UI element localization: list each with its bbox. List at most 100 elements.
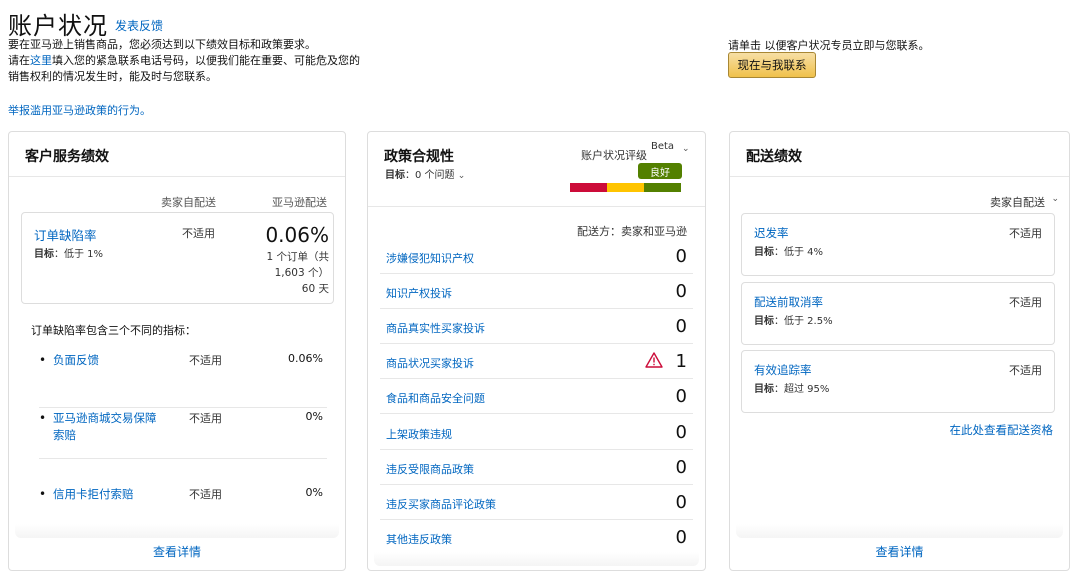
target-label: 目标 <box>754 247 774 258</box>
metric-link[interactable]: 有效追踪率 <box>754 362 812 378</box>
target-value: ：低于 2.5% <box>774 316 833 327</box>
fulfillment-filter[interactable]: 卖家自配送 <box>990 194 1045 210</box>
panel-title: 配送绩效 <box>746 149 802 165</box>
policy-row: 其他违反政策 0 <box>380 520 693 555</box>
shipping-performance-panel: 配送绩效 卖家自配送 ⌄ 迟发率 目标：低于 4% 不适用 配送前取消率 目标：… <box>729 131 1070 571</box>
policy-compliance-panel: 政策合规性 目标：0 个问题 ⌄ 账户状况评级 Beta ⌄ 良好 配送方：卖家… <box>367 131 706 571</box>
page-description: 要在亚马逊上销售商品，您必须达到以下绩效目标和政策要求。 请在这里填入您的紧急联… <box>8 37 368 85</box>
description-text: 请在 <box>8 54 30 67</box>
policy-count: 0 <box>675 246 687 267</box>
description-text: 填入您的紧急联系电话号码，以便我们能在重要、可能危及您的销售权利的情况发生时，能… <box>8 54 360 83</box>
contact-me-button[interactable]: 现在与我联系 <box>728 52 816 78</box>
policy-count: 0 <box>675 281 687 302</box>
account-health-rating-label: 账户状况评级 <box>581 149 647 162</box>
chevron-down-icon[interactable]: ⌄ <box>1051 194 1059 204</box>
odr-seller-value: 不适用 <box>182 227 215 240</box>
policy-link[interactable]: 食品和商品安全问题 <box>386 390 485 406</box>
metric-link[interactable]: 信用卡拒付索赔 <box>53 486 163 503</box>
target-label: 目标 <box>34 249 54 260</box>
metric-value: 不适用 <box>1009 364 1042 377</box>
odr-amazon-value: 0.06% <box>265 223 329 247</box>
chevron-down-icon: ⌄ <box>457 171 466 181</box>
shipping-eligibility-link[interactable]: 在此处查看配送资格 <box>950 422 1054 438</box>
policy-row: 商品真实性买家投诉 0 <box>380 309 693 344</box>
policy-link[interactable]: 商品状况买家投诉 <box>386 355 474 371</box>
target-label: 目标 <box>754 384 774 395</box>
policy-link[interactable]: 商品真实性买家投诉 <box>386 320 485 336</box>
warning-icon <box>645 352 663 368</box>
target-value: ：低于 4% <box>774 247 824 258</box>
odr-target: 目标：低于 1% <box>34 245 103 260</box>
panel-title: 客户服务绩效 <box>25 149 109 165</box>
emergency-phone-link[interactable]: 这里 <box>30 54 52 67</box>
metric-amazon-value: 0% <box>305 410 323 423</box>
panel-fade <box>736 524 1063 538</box>
policy-link[interactable]: 违反受限商品政策 <box>386 461 474 477</box>
policy-count: 0 <box>675 527 687 548</box>
panel-header: 配送绩效 <box>730 132 1069 177</box>
rating-status-badge: 良好 <box>638 163 682 179</box>
target-label: 目标 <box>754 316 774 327</box>
policy-link[interactable]: 违反买家商品评论政策 <box>386 496 496 512</box>
metric-target: 目标：低于 4% <box>754 243 823 258</box>
contact-instruction: 请单击 以便客户状况专员立即与您联系。 <box>728 39 930 52</box>
metric-link[interactable]: 亚马逊商城交易保障索赔 <box>53 410 163 444</box>
feedback-link[interactable]: 发表反馈 <box>115 17 163 34</box>
panel-fade <box>15 524 339 538</box>
target-value: ：0 个问题 <box>405 170 455 181</box>
bullet: • <box>39 353 47 367</box>
policy-link[interactable]: 上架政策违规 <box>386 426 452 442</box>
policy-target[interactable]: 目标：0 个问题 ⌄ <box>385 166 465 181</box>
target-label: 目标 <box>385 170 405 181</box>
odr-detail: 1 个订单（共 1,603 个） 60 天 <box>249 249 329 297</box>
metric-seller-value: 不适用 <box>189 354 222 367</box>
pre-fulfillment-cancel-rate-card: 配送前取消率 目标：低于 2.5% 不适用 <box>741 282 1055 345</box>
policy-row: 上架政策违规 0 <box>380 415 693 450</box>
policy-count: 0 <box>675 492 687 513</box>
bullet: • <box>39 411 47 425</box>
target-value: ：超过 95% <box>774 384 830 395</box>
beta-label: Beta <box>651 141 675 152</box>
view-details-link[interactable]: 查看详情 <box>730 543 1069 560</box>
metric-row-a-to-z-claims: • 亚马逊商城交易保障索赔 不适用 0% <box>39 408 327 459</box>
metric-target: 目标：低于 2.5% <box>754 312 833 327</box>
odr-period: 60 天 <box>301 283 329 295</box>
customer-service-panel: 客户服务绩效 卖家自配送 亚马逊配送 订单缺陷率 目标：低于 1% 不适用 0.… <box>8 131 346 571</box>
panel-header: 客户服务绩效 <box>9 132 345 177</box>
policy-link[interactable]: 知识产权投诉 <box>386 285 452 301</box>
view-details-link[interactable]: 查看详情 <box>9 543 345 560</box>
panel-fade <box>374 552 699 566</box>
policy-count: 0 <box>675 457 687 478</box>
description-line-2: 请在这里填入您的紧急联系电话号码，以便我们能在重要、可能危及您的销售权利的情况发… <box>8 53 368 85</box>
rating-segment-yellow <box>607 183 644 192</box>
metric-target: 目标：超过 95% <box>754 380 829 395</box>
policy-row: 违反受限商品政策 0 <box>380 450 693 485</box>
chevron-down-icon[interactable]: ⌄ <box>682 144 690 154</box>
policy-row: 违反买家商品评论政策 0 <box>380 485 693 520</box>
page-title: 账户状况 <box>8 12 108 40</box>
policy-row: 食品和商品安全问题 0 <box>380 379 693 414</box>
report-abuse-link[interactable]: 举报滥用亚马逊政策的行为。 <box>8 102 151 118</box>
policy-link[interactable]: 涉嫌侵犯知识产权 <box>386 250 474 266</box>
target-value: ：低于 1% <box>54 249 104 260</box>
order-defect-rate-link[interactable]: 订单缺陷率 <box>34 225 97 244</box>
metric-link[interactable]: 迟发率 <box>754 225 789 241</box>
order-defect-rate-card: 订单缺陷率 目标：低于 1% 不适用 0.06% 1 个订单（共 1,603 个… <box>21 212 334 304</box>
policy-count: 0 <box>675 422 687 443</box>
description-line-1: 要在亚马逊上销售商品，您必须达到以下绩效目标和政策要求。 <box>8 38 316 51</box>
valid-tracking-rate-card: 有效追踪率 目标：超过 95% 不适用 <box>741 350 1055 413</box>
policy-count: 1 <box>675 351 687 372</box>
column-header-amazon: 亚马逊配送 <box>272 196 327 209</box>
metric-link[interactable]: 配送前取消率 <box>754 294 823 310</box>
panel-title: 政策合规性 <box>384 149 454 165</box>
metric-row-negative-feedback: • 负面反馈 不适用 0.06% <box>39 350 327 408</box>
metric-link[interactable]: 负面反馈 <box>53 352 163 369</box>
policy-link[interactable]: 其他违反政策 <box>386 531 452 547</box>
rating-segment-green <box>644 183 681 192</box>
rating-bar <box>570 183 681 192</box>
bullet: • <box>39 487 47 501</box>
odr-order-count: 1 个订单（共 1,603 个） <box>266 251 329 279</box>
odr-intro-text: 订单缺陷率包含三个不同的指标： <box>31 324 196 337</box>
metric-amazon-value: 0.06% <box>288 352 323 365</box>
metric-value: 不适用 <box>1009 296 1042 309</box>
